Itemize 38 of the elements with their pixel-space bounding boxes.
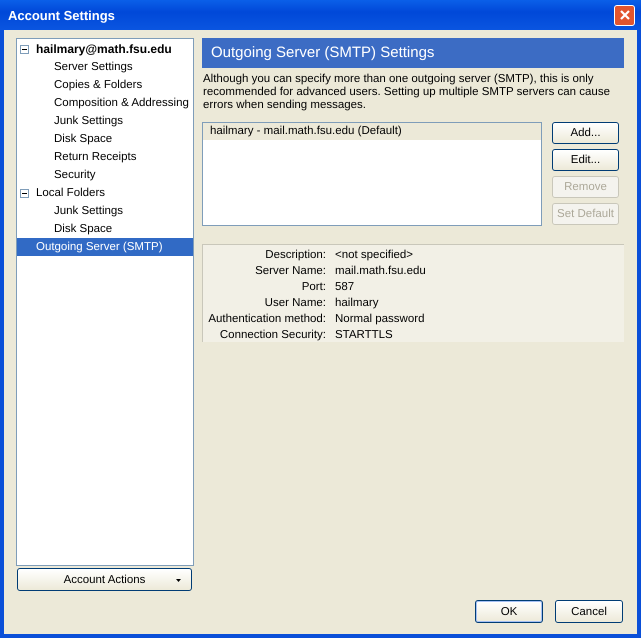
server-list-item[interactable]: hailmary - mail.math.fsu.edu (Default) <box>203 123 541 140</box>
tree-item[interactable]: Server Settings <box>17 58 193 76</box>
detail-label: Description: <box>264 248 326 263</box>
collapse-icon[interactable] <box>20 44 29 54</box>
dialog-button[interactable]: OK <box>475 600 543 623</box>
detail-label: Server Name: <box>254 264 326 279</box>
close-button[interactable] <box>614 4 635 26</box>
dialog-button[interactable]: Cancel <box>555 600 623 623</box>
tree-item[interactable]: Junk Settings <box>17 112 193 130</box>
detail-label: Connection Security: <box>218 328 326 343</box>
detail-value: mail.math.fsu.edu <box>335 264 427 279</box>
detail-value: Normal password <box>335 312 426 327</box>
detail-value: hailmary <box>335 296 380 311</box>
detail-label: User Name: <box>264 296 326 311</box>
detail-label: Port: <box>300 280 326 295</box>
collapse-icon[interactable] <box>20 188 29 198</box>
tree-item[interactable]: Copies & Folders <box>17 76 193 94</box>
dropdown-arrow-icon <box>176 579 181 582</box>
detail-label: Authentication method: <box>207 312 326 327</box>
close-icon <box>618 9 630 21</box>
server-action-button[interactable]: Add... <box>552 122 619 144</box>
detail-value: STARTTLS <box>335 328 394 343</box>
tree-item[interactable]: Local Folders <box>17 184 193 202</box>
window-title: Account Settings <box>8 8 115 22</box>
tree-item[interactable]: Disk Space <box>17 220 193 238</box>
tree-item[interactable]: Return Receipts <box>17 148 193 166</box>
tree-item[interactable]: hailmary@math.fsu.edu <box>17 40 193 58</box>
account-actions-button[interactable]: Account Actions <box>17 568 192 591</box>
tree-item[interactable]: Composition & Addressing <box>17 94 193 112</box>
server-action-button[interactable]: Edit... <box>552 149 619 171</box>
tree-item[interactable]: Disk Space <box>17 130 193 148</box>
description-text: Although you can specify more than one outgoing server (SMTP), this is only recommended for advanced users. Setting up multiple SMTP servers can cause errors when sending messages. <box>203 73 611 112</box>
detail-value: 587 <box>335 280 356 295</box>
detail-value: <not specified> <box>335 248 414 263</box>
tree-item[interactable]: Security <box>17 166 193 184</box>
panel-header: Outgoing Server (SMTP) Settings <box>202 38 624 68</box>
tree-item[interactable]: Outgoing Server (SMTP) <box>17 238 193 256</box>
tree-item[interactable]: Junk Settings <box>17 202 193 220</box>
